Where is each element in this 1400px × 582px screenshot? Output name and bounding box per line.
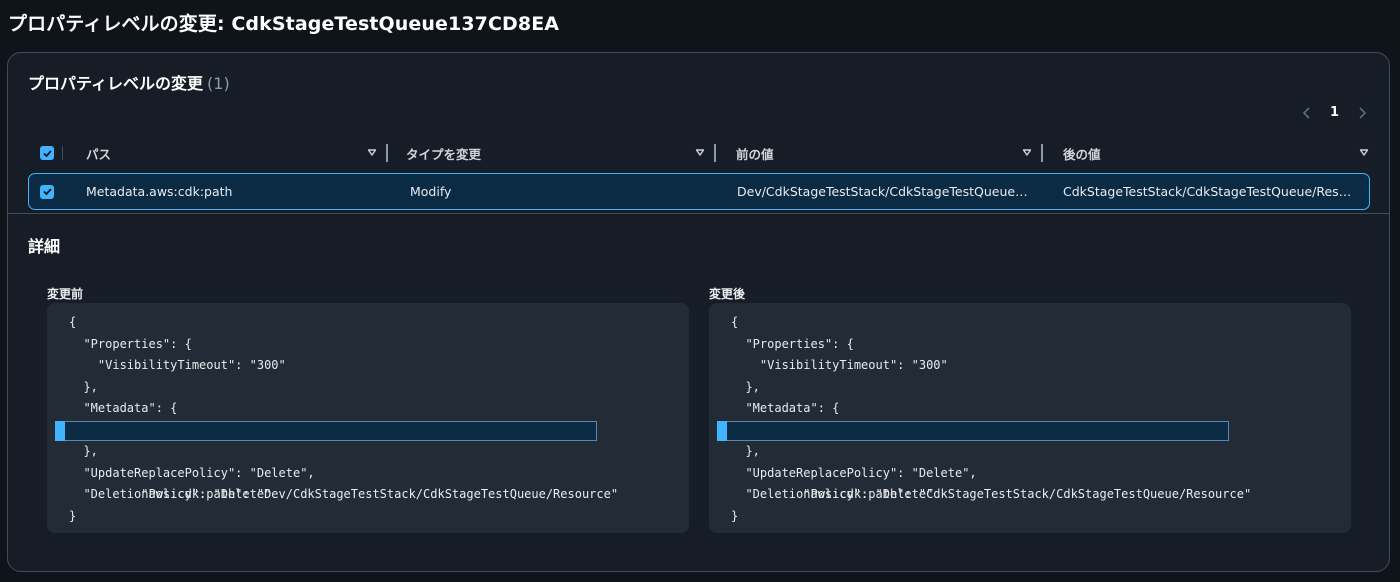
cell-before-value: Dev/CdkStageTestStack/CdkStageTestQueue… xyxy=(737,184,1028,199)
select-all-checkbox[interactable] xyxy=(40,146,54,160)
column-resize-handle[interactable] xyxy=(386,144,388,162)
column-header-label: 後の値 xyxy=(1063,146,1101,162)
diff-highlight xyxy=(717,420,1229,441)
check-icon xyxy=(42,149,52,157)
page-number[interactable]: 1 xyxy=(1330,105,1339,120)
column-header-label: 前の値 xyxy=(736,146,774,162)
code-line: { xyxy=(69,315,77,329)
cell-change-type: Modify xyxy=(410,184,452,199)
column-resize-handle[interactable] xyxy=(1041,144,1043,162)
code-line: } xyxy=(69,508,77,523)
column-header-label: タイプを変更 xyxy=(406,146,482,162)
column-header-before[interactable]: 前の値 xyxy=(736,141,1043,165)
pagination: 1 xyxy=(1300,105,1369,120)
diff-marker xyxy=(717,420,727,441)
check-icon xyxy=(42,188,52,196)
caret-down-icon[interactable] xyxy=(694,146,706,158)
caret-down-icon[interactable] xyxy=(1358,146,1370,158)
code-line: }, xyxy=(731,444,760,458)
code-line: "UpdateReplacePolicy": "Delete", xyxy=(69,465,315,480)
code-line: "Properties": { xyxy=(731,336,854,351)
table-header: パス タイプを変更 前の値 後の値 xyxy=(28,141,1370,165)
table-row[interactable]: Metadata.aws:cdk:path Modify Dev/CdkStag… xyxy=(28,173,1370,210)
code-line: "UpdateReplacePolicy": "Delete", xyxy=(731,465,977,480)
caret-down-icon[interactable] xyxy=(366,146,378,158)
code-line: }, xyxy=(69,444,98,458)
panel-header-title: プロパティレベルの変更 xyxy=(28,74,204,93)
chevron-right-icon[interactable] xyxy=(1355,106,1369,120)
after-code-block: { "Properties": { "VisibilityTimeout": "… xyxy=(709,303,1351,533)
column-resize-handle[interactable] xyxy=(714,144,716,162)
row-checkbox[interactable] xyxy=(40,184,54,199)
code-line: "Metadata": { xyxy=(69,401,178,415)
cell-path: Metadata.aws:cdk:path xyxy=(86,184,233,199)
panel-header-count: (1) xyxy=(207,74,230,93)
page-title: プロパティレベルの変更: CdkStageTestQueue137CD8EA xyxy=(8,13,560,35)
before-label: 変更前 xyxy=(47,287,84,301)
code-line: "Metadata": { xyxy=(731,401,840,415)
code-line: } xyxy=(731,508,739,523)
column-separator xyxy=(62,146,63,160)
code-line: "DeletionPolicy": "Delete" xyxy=(69,487,272,501)
code-line: }, xyxy=(69,379,98,394)
diff-marker xyxy=(55,420,65,441)
code-line: "Properties": { xyxy=(69,336,192,351)
before-code-block: { "Properties": { "VisibilityTimeout": "… xyxy=(47,303,689,533)
row-select-cell xyxy=(40,174,62,209)
code-line: }, xyxy=(731,379,760,394)
select-all-cell xyxy=(40,141,63,165)
column-header-label: パス xyxy=(86,146,112,162)
property-changes-panel: プロパティレベルの変更 (1) 1 パス タイプを変更 前の値 後の値 Meta… xyxy=(7,52,1390,572)
details-title: 詳細 xyxy=(28,237,61,256)
column-header-path[interactable]: パス xyxy=(86,141,388,165)
highlighted-code-line: "aws:cdk:path": "CdkStageTestStack/CdkSt… xyxy=(709,420,1351,501)
code-line: "VisibilityTimeout": "300" xyxy=(731,358,948,372)
highlighted-code-line: "aws:cdk:path": "Dev/CdkStageTestStack/C… xyxy=(47,420,689,501)
code-line: { xyxy=(731,315,739,329)
cell-after-value: CdkStageTestStack/CdkStageTestQueue/Res… xyxy=(1063,184,1352,199)
column-header-change-type[interactable]: タイプを変更 xyxy=(406,141,716,165)
code-line: "DeletionPolicy": "Delete" xyxy=(731,487,934,501)
column-header-after[interactable]: 後の値 xyxy=(1063,141,1370,165)
section-divider xyxy=(8,213,1389,214)
after-label: 変更後 xyxy=(709,287,746,301)
chevron-left-icon[interactable] xyxy=(1300,106,1314,120)
caret-down-icon[interactable] xyxy=(1021,146,1033,158)
panel-header: プロパティレベルの変更 (1) xyxy=(28,70,230,94)
diff-highlight xyxy=(55,420,597,441)
code-line: "VisibilityTimeout": "300" xyxy=(69,358,286,372)
